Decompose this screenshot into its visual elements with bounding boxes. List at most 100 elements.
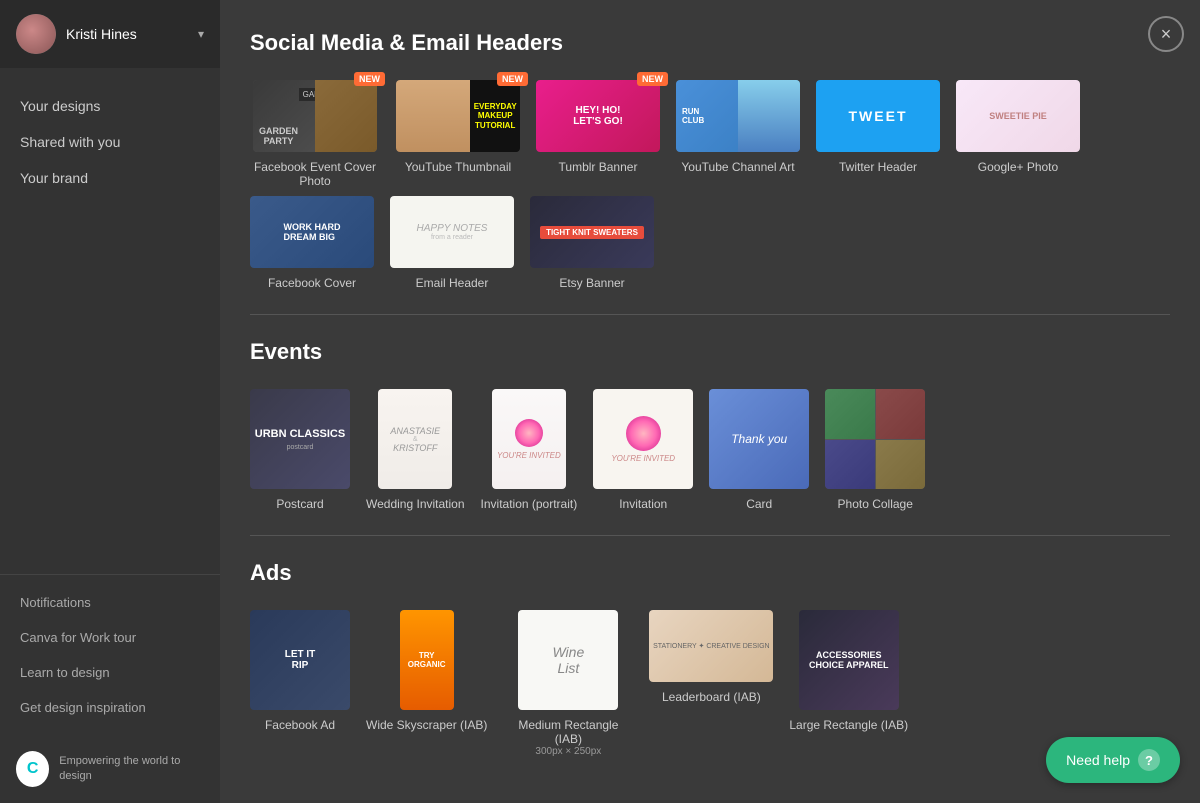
template-photo-collage[interactable]: Photo Collage <box>825 389 925 511</box>
main-content: × Social Media & Email Headers GARDENPAR… <box>220 0 1200 803</box>
template-card[interactable]: Thank you Card <box>709 389 809 511</box>
template-email-header[interactable]: HAPPY NOTES from a reader Email Header <box>390 196 514 290</box>
sidebar-footer: C Empowering the world to design <box>0 735 220 803</box>
template-label: Tumblr Banner <box>559 160 638 174</box>
template-thumb: URBN CLASSICS postcard <box>250 389 350 489</box>
template-label: Twitter Header <box>839 160 917 174</box>
template-thumb: HAPPY NOTES from a reader <box>390 196 514 268</box>
template-facebook-ad[interactable]: LET ITRIP Facebook Ad <box>250 610 350 757</box>
template-label: Email Header <box>416 276 489 290</box>
template-label: Large Rectangle (IAB) <box>789 718 908 732</box>
social-media-section: Social Media & Email Headers GARDENPARTY… <box>250 30 1170 290</box>
new-badge: NEW <box>354 72 385 86</box>
template-leaderboard[interactable]: STATIONERY ✦ CREATIVE DESIGN Leaderboard… <box>649 610 773 757</box>
template-thumb: TRYORGANIC <box>400 610 454 710</box>
sidebar-item-shared-with-you[interactable]: Shared with you <box>0 124 220 160</box>
thumb-wrapper: Thank you <box>709 389 809 489</box>
template-thumb: EVERYDAYMAKEUPTUTORIAL <box>396 80 520 152</box>
template-label: Photo Collage <box>838 497 913 511</box>
thumb-wrapper: RUNCLUB <box>676 80 800 152</box>
sidebar-header: Kristi Hines ▾ <box>0 0 220 68</box>
events-grid: URBN CLASSICS postcard Postcard ANASTASI… <box>250 389 1170 511</box>
template-medium-rectangle[interactable]: WineList Medium Rectangle (IAB) 300px × … <box>503 610 633 757</box>
thumb-wrapper: URBN CLASSICS postcard <box>250 389 350 489</box>
sidebar-item-canva-work-tour[interactable]: Canva for Work tour <box>0 620 220 655</box>
ads-title: Ads <box>250 560 1170 586</box>
thumb-wrapper: TIGHT KNIT SWEATERS <box>530 196 654 268</box>
thumb-wrapper: HAPPY NOTES from a reader <box>390 196 514 268</box>
template-google-plus[interactable]: SWEETIE PIE Google+ Photo <box>956 80 1080 188</box>
template-thumb: YOU'RE INVITED <box>492 389 566 489</box>
thumb-wrapper: WORK HARDDREAM BIG <box>250 196 374 268</box>
template-label: Invitation (portrait) <box>481 497 578 511</box>
template-invitation-portrait[interactable]: YOU'RE INVITED Invitation (portrait) <box>481 389 578 511</box>
template-label: Card <box>746 497 772 511</box>
thumb-wrapper: GARDENPARTY NEW <box>253 80 377 152</box>
template-thumb: TWEET <box>816 80 940 152</box>
template-label: Postcard <box>276 497 323 511</box>
template-label: Wide Skyscraper (IAB) <box>366 718 487 732</box>
new-badge: NEW <box>637 72 668 86</box>
template-thumb: WineList <box>518 610 618 710</box>
template-thumb: ACCESSORIESCHOICE APPAREL <box>799 610 899 710</box>
need-help-label: Need help <box>1066 752 1130 768</box>
sidebar-item-learn-to-design[interactable]: Learn to design <box>0 655 220 690</box>
events-title: Events <box>250 339 1170 365</box>
template-etsy-banner[interactable]: TIGHT KNIT SWEATERS Etsy Banner <box>530 196 654 290</box>
sidebar-item-get-design-inspiration[interactable]: Get design inspiration <box>0 690 220 725</box>
thumb-wrapper: TRYORGANIC <box>400 610 454 710</box>
template-label: Invitation <box>619 497 667 511</box>
template-label: Wedding Invitation <box>366 497 465 511</box>
thumb-wrapper: TWEET <box>816 80 940 152</box>
thumb-wrapper: YOU'RE INVITED <box>492 389 566 489</box>
sidebar: Kristi Hines ▾ Your designs Shared with … <box>0 0 220 803</box>
thumb-wrapper: STATIONERY ✦ CREATIVE DESIGN <box>649 610 773 682</box>
close-button[interactable]: × <box>1148 16 1184 52</box>
template-large-rectangle[interactable]: ACCESSORIESCHOICE APPAREL Large Rectangl… <box>789 610 908 757</box>
chevron-down-icon[interactable]: ▾ <box>198 27 204 41</box>
section-divider-1 <box>250 314 1170 315</box>
template-thumb: STATIONERY ✦ CREATIVE DESIGN <box>649 610 773 682</box>
template-label: Facebook Cover <box>268 276 356 290</box>
thumb-wrapper: HEY! HO!LET'S GO! NEW <box>536 80 660 152</box>
template-tumblr-banner[interactable]: HEY! HO!LET'S GO! NEW Tumblr Banner <box>536 80 660 188</box>
template-thumb: YOU'RE INVITED <box>593 389 693 489</box>
template-thumb: RUNCLUB <box>676 80 800 152</box>
thumb-wrapper: YOU'RE INVITED <box>593 389 693 489</box>
sidebar-divider <box>0 574 220 575</box>
template-invitation[interactable]: YOU'RE INVITED Invitation <box>593 389 693 511</box>
need-help-button[interactable]: Need help ? <box>1046 737 1180 783</box>
template-label: YouTube Channel Art <box>681 160 794 174</box>
template-thumb: HEY! HO!LET'S GO! <box>536 80 660 152</box>
thumb-wrapper: SWEETIE PIE <box>956 80 1080 152</box>
template-thumb: GARDENPARTY <box>253 80 377 152</box>
template-youtube-thumbnail[interactable]: EVERYDAYMAKEUPTUTORIAL NEW YouTube Thumb… <box>396 80 520 188</box>
template-thumb: Thank you <box>709 389 809 489</box>
template-postcard[interactable]: URBN CLASSICS postcard Postcard <box>250 389 350 511</box>
template-youtube-channel[interactable]: RUNCLUB YouTube Channel Art <box>676 80 800 188</box>
template-label: Medium Rectangle (IAB) <box>503 718 633 746</box>
template-label: Facebook Ad <box>265 718 335 732</box>
template-facebook-cover[interactable]: WORK HARDDREAM BIG Facebook Cover <box>250 196 374 290</box>
sidebar-item-notifications[interactable]: Notifications <box>0 585 220 620</box>
template-wide-skyscraper[interactable]: TRYORGANIC Wide Skyscraper (IAB) <box>366 610 487 757</box>
template-thumb: ANASTASIE & KRISTOFF <box>378 389 452 489</box>
username: Kristi Hines <box>66 26 198 42</box>
section-divider-2 <box>250 535 1170 536</box>
footer-text: Empowering the world to design <box>59 754 204 785</box>
template-thumb: WORK HARDDREAM BIG <box>250 196 374 268</box>
new-badge: NEW <box>497 72 528 86</box>
sidebar-item-your-brand[interactable]: Your brand <box>0 160 220 196</box>
thumb-wrapper: EVERYDAYMAKEUPTUTORIAL NEW <box>396 80 520 152</box>
social-media-grid: GARDENPARTY NEW Facebook Event Cover Pho… <box>250 80 1170 188</box>
template-facebook-event[interactable]: GARDENPARTY NEW Facebook Event Cover Pho… <box>250 80 380 188</box>
sidebar-nav: Your designs Shared with you Your brand <box>0 68 220 564</box>
thumb-wrapper: LET ITRIP <box>250 610 350 710</box>
template-thumb: LET ITRIP <box>250 610 350 710</box>
template-twitter-header[interactable]: TWEET Twitter Header <box>816 80 940 188</box>
sidebar-item-your-designs[interactable]: Your designs <box>0 88 220 124</box>
events-section: Events URBN CLASSICS postcard Postcard <box>250 339 1170 511</box>
thumb-wrapper <box>825 389 925 489</box>
template-wedding-invitation[interactable]: ANASTASIE & KRISTOFF Wedding Invitation <box>366 389 465 511</box>
sidebar-bottom: Notifications Canva for Work tour Learn … <box>0 564 220 735</box>
